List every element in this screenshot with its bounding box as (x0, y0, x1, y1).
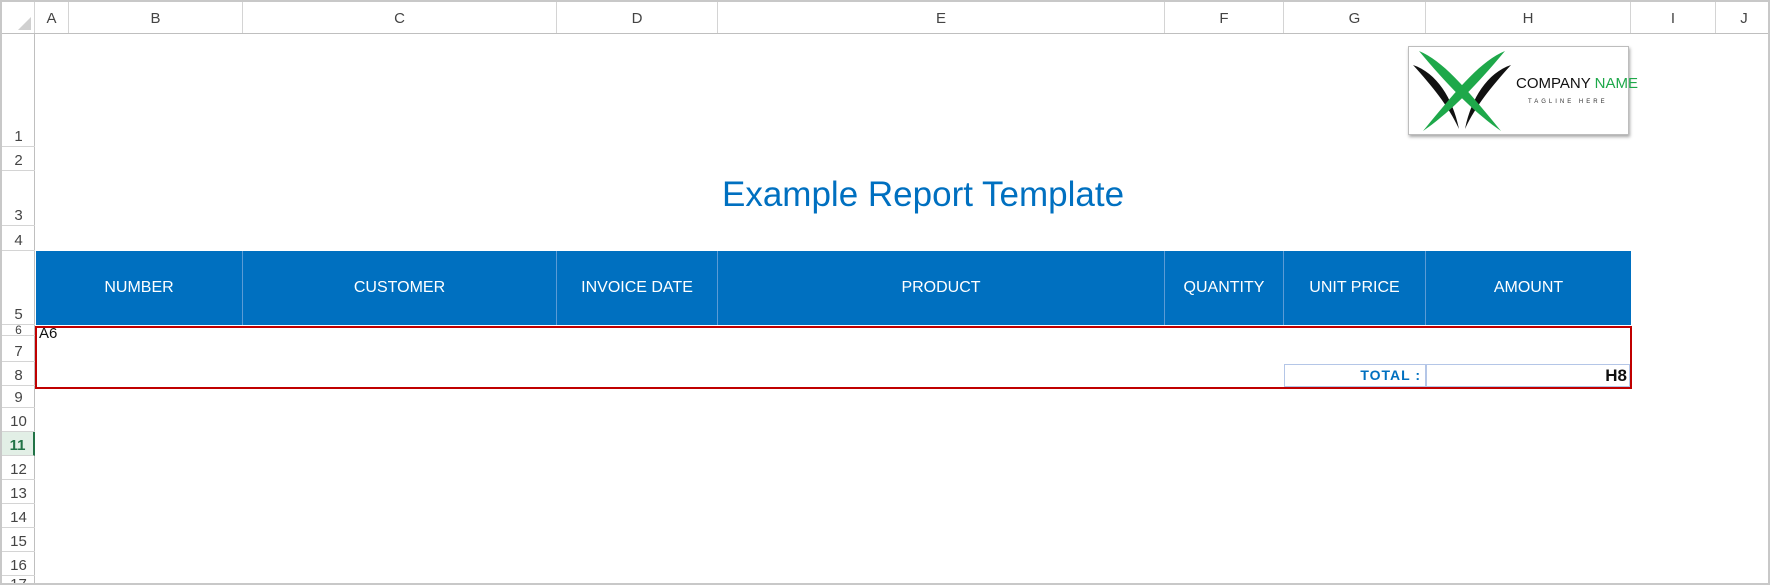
company-tagline: TAGLINE HERE (1528, 99, 1608, 105)
row-header-11[interactable]: 11 (2, 432, 35, 456)
column-header-i[interactable]: I (1631, 2, 1716, 33)
row-header-8[interactable]: 8 (2, 362, 35, 386)
row-header-15[interactable]: 15 (2, 528, 35, 552)
header-unit-price[interactable]: UNIT PRICE (1284, 251, 1426, 325)
company-logo[interactable]: COMPANY NAME TAGLINE HERE (1408, 46, 1638, 135)
column-header-j[interactable]: J (1716, 2, 1768, 33)
row-header-10[interactable]: 10 (2, 408, 35, 432)
company-name-part1: COMPANY (1516, 75, 1595, 92)
select-all-triangle-icon (18, 17, 31, 30)
row-header-12[interactable]: 12 (2, 456, 35, 480)
column-header-bar: A B C D E F G H I J (2, 2, 1768, 34)
company-name-part2: NAME (1594, 75, 1638, 92)
row-header-13[interactable]: 13 (2, 480, 35, 504)
row-header-9[interactable]: 9 (2, 386, 35, 408)
column-header-b[interactable]: B (69, 2, 243, 33)
row-header-5[interactable]: 5 (2, 251, 35, 325)
row-header-16[interactable]: 16 (2, 552, 35, 576)
row-header-17[interactable]: 17 (2, 576, 35, 583)
row-header-14[interactable]: 14 (2, 504, 35, 528)
table-header-row: NUMBER CUSTOMER INVOICE DATE PRODUCT QUA… (36, 251, 1631, 325)
header-number[interactable]: NUMBER (36, 251, 243, 325)
row-header-7[interactable]: 7 (2, 336, 35, 362)
column-header-a[interactable]: A (35, 2, 69, 33)
header-quantity[interactable]: QUANTITY (1165, 251, 1284, 325)
column-header-f[interactable]: F (1165, 2, 1284, 33)
header-customer[interactable]: CUSTOMER (243, 251, 557, 325)
header-product[interactable]: PRODUCT (718, 251, 1165, 325)
select-all-corner[interactable] (2, 2, 35, 33)
row-header-6[interactable]: 6 (2, 325, 35, 336)
column-header-c[interactable]: C (243, 2, 557, 33)
company-logo-mark-icon (1413, 51, 1511, 131)
header-invoice-date[interactable]: INVOICE DATE (557, 251, 718, 325)
column-header-g[interactable]: G (1284, 2, 1426, 33)
column-header-d[interactable]: D (557, 2, 718, 33)
selected-range[interactable] (35, 326, 1632, 389)
row-header-3[interactable]: 3 (2, 171, 35, 226)
report-title[interactable]: Example Report Template (722, 175, 1124, 215)
header-amount[interactable]: AMOUNT (1426, 251, 1631, 325)
row-header-2[interactable]: 2 (2, 147, 35, 171)
column-header-e[interactable]: E (718, 2, 1165, 33)
column-header-h[interactable]: H (1426, 2, 1631, 33)
row-header-1[interactable]: 1 (2, 33, 35, 147)
company-name: COMPANY NAME (1516, 75, 1638, 92)
spreadsheet-grid[interactable]: A B C D E F G H I J 1 2 3 4 5 6 7 8 9 10… (0, 0, 1770, 585)
row-header-4[interactable]: 4 (2, 226, 35, 251)
